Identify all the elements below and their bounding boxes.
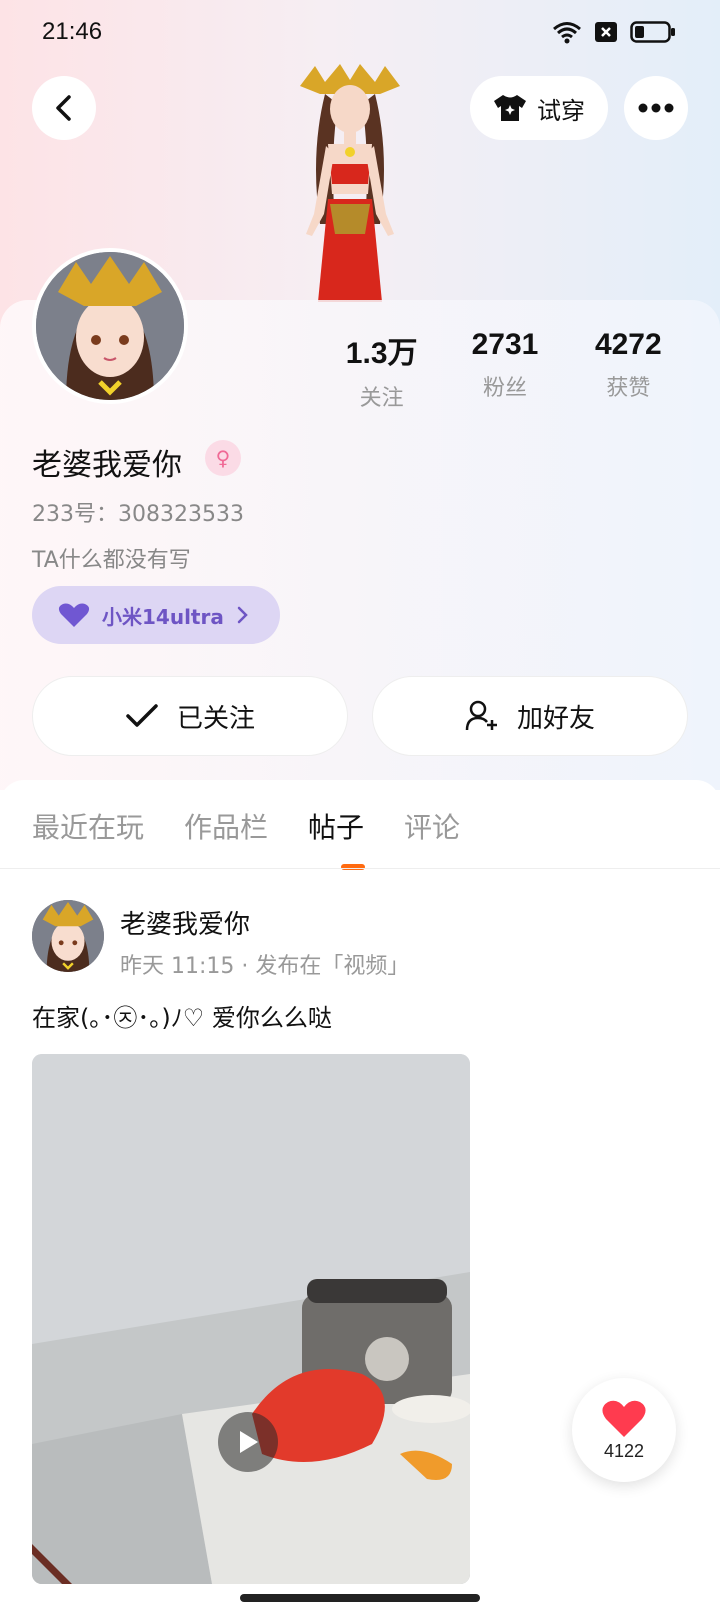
- post-meta: 昨天 11:15 · 发布在「视频」: [120, 954, 410, 979]
- home-indicator[interactable]: [240, 1594, 480, 1602]
- status-time: 21:46: [42, 18, 103, 45]
- stat-likes-value: 4272: [594, 328, 662, 361]
- stat-following-label: 关注: [359, 386, 404, 411]
- stat-followers-value: 2731: [471, 328, 539, 361]
- stat-following[interactable]: 1.3万 关注: [320, 328, 443, 412]
- status-bar: 21:46: [0, 0, 720, 64]
- more-options-button[interactable]: [624, 76, 688, 140]
- avatar[interactable]: [32, 248, 188, 404]
- stat-likes-label: 获赞: [606, 376, 651, 401]
- play-icon: [240, 1431, 258, 1453]
- active-tab-indicator: [341, 864, 365, 870]
- wifi-icon: [553, 22, 581, 44]
- tab-works[interactable]: 作品栏: [184, 806, 268, 846]
- profile-bio: TA什么都没有写: [32, 548, 191, 573]
- try-on-label: 试穿: [537, 96, 585, 125]
- female-gender-icon: ♀: [205, 440, 241, 476]
- tab-comments[interactable]: 评论: [404, 806, 460, 846]
- tab-posts[interactable]: 帖子: [308, 806, 364, 846]
- post-author-avatar[interactable]: [32, 900, 104, 972]
- sim-error-icon: [595, 22, 617, 42]
- profile-username: 老婆我爱你: [32, 448, 182, 483]
- add-friend-button[interactable]: 加好友: [372, 676, 688, 756]
- battery-icon: [630, 21, 675, 43]
- shirt-icon: [494, 95, 526, 121]
- avatar-image: [32, 900, 104, 972]
- stat-followers-label: 粉丝: [482, 376, 527, 401]
- followed-label: 已关注: [176, 703, 255, 734]
- post-text[interactable]: 在家(｡･㉨･｡)ﾉ♡ 爱你么么哒: [32, 998, 332, 1033]
- heart-icon: [602, 1400, 646, 1437]
- try-on-button[interactable]: 试穿: [470, 76, 608, 140]
- like-count: 4122: [603, 1440, 645, 1461]
- device-tag[interactable]: 小米14ultra: [32, 586, 280, 644]
- add-friend-label: 加好友: [516, 703, 595, 734]
- more-dots-icon: [638, 103, 674, 113]
- device-tag-label: 小米14ultra: [102, 604, 224, 629]
- stat-likes[interactable]: 4272 获赞: [567, 328, 690, 412]
- followed-button[interactable]: 已关注: [32, 676, 348, 756]
- stat-following-value: 1.3万: [345, 337, 418, 370]
- avatar-image: [36, 252, 184, 400]
- stat-followers[interactable]: 2731 粉丝: [443, 328, 566, 412]
- play-button[interactable]: [218, 1412, 278, 1472]
- profile-stats: 1.3万 关注 2731 粉丝 4272 获赞: [320, 328, 690, 412]
- avatar-character-figure: [300, 64, 400, 302]
- tabs-divider: [0, 868, 720, 869]
- post-video-thumbnail[interactable]: [32, 1054, 470, 1584]
- video-frame: [32, 1054, 470, 1584]
- tab-recently-played[interactable]: 最近在玩: [32, 806, 144, 846]
- heart-icon: [58, 603, 90, 627]
- back-button[interactable]: [32, 76, 96, 140]
- post-author-name[interactable]: 老婆我爱你: [120, 904, 250, 941]
- chevron-left-icon: [56, 95, 71, 121]
- add-user-icon: [465, 700, 497, 731]
- like-floating-button[interactable]: 4122: [572, 1378, 676, 1482]
- checkmark-icon: [126, 704, 158, 727]
- profile-id: 233号：308323533: [32, 502, 244, 527]
- status-icons: [552, 20, 676, 44]
- chevron-right-icon: [237, 606, 248, 624]
- profile-tabs: 最近在玩 作品栏 帖子 评论: [32, 806, 460, 846]
